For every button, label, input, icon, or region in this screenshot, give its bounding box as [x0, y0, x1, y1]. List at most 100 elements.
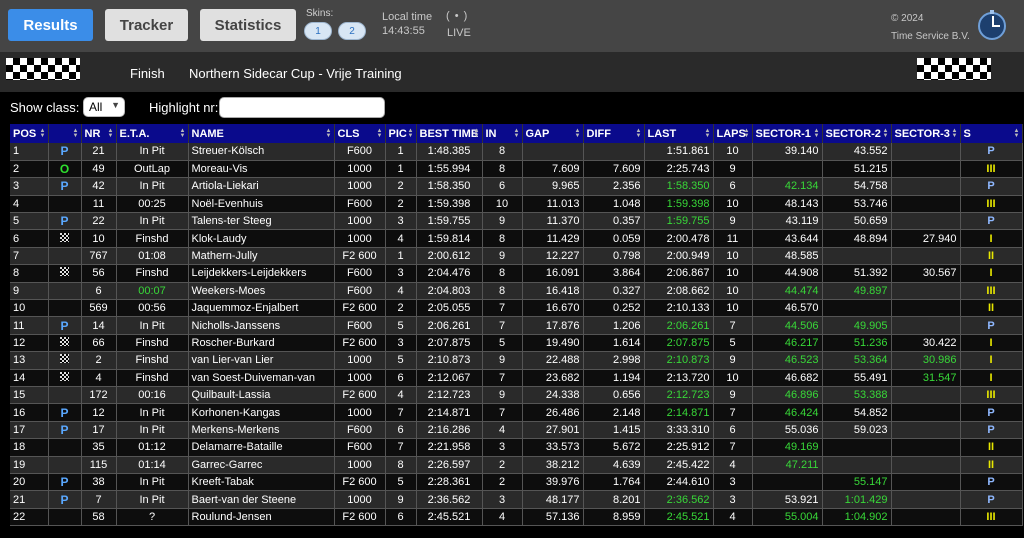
- highlight-nr-input[interactable]: [219, 97, 385, 118]
- table-row[interactable]: 3 P 42 In Pit Artiola-Liekari 1000 2 1:58.350 6 9…: [10, 177, 1023, 196]
- cell-gap: 48.177: [522, 490, 584, 509]
- cell-gap: [522, 143, 584, 161]
- table-row[interactable]: 19 115 01:14 Garrec-Garrec 1000 8 2:26.597 2 38.…: [10, 456, 1023, 474]
- cell-pos: 9: [10, 282, 49, 301]
- cell-state: [48, 334, 82, 353]
- tracker-tab[interactable]: Tracker: [105, 9, 188, 41]
- table-row[interactable]: 6 10 Finshd Klok-Laudy 1000 4 1:59.814 8 11.429 0…: [10, 229, 1023, 248]
- column-header-eta[interactable]: E.T.A. ▲ ▼: [116, 124, 189, 143]
- cell-best: 2:06.261: [416, 316, 483, 335]
- column-header-last[interactable]: LAST ▲ ▼: [644, 124, 714, 143]
- cell-s3: [891, 403, 961, 422]
- cell-s1: [752, 473, 823, 492]
- cell-best: 2:04.476: [416, 264, 483, 283]
- column-header-name[interactable]: NAME ▲ ▼: [188, 124, 335, 143]
- table-row[interactable]: 17 P 17 In Pit Merkens-Merkens F600 6 2:16.286 4…: [10, 421, 1023, 440]
- cell-gap: 19.490: [522, 334, 584, 353]
- cell-pic: 1: [385, 143, 417, 161]
- cell-best: 2:21.958: [416, 438, 483, 457]
- table-row[interactable]: 15 172 00:16 Quilbault-Lassia F2 600 4 2:12.72…: [10, 386, 1023, 405]
- column-header-pic[interactable]: PIC ▲ ▼: [385, 124, 417, 143]
- cell-gap: 23.682: [522, 369, 584, 387]
- table-row[interactable]: 22 58? Roulund-Jensen F2 600 6 2:45.521 4 57.13…: [10, 508, 1023, 527]
- cell-s3: [891, 473, 961, 492]
- cell-eta: 01:12: [116, 438, 189, 457]
- table-row[interactable]: 9 6 00:07 Weekers-Moes F600 4 2:04.803 8 16.418 0…: [10, 282, 1023, 301]
- column-header-sector-1[interactable]: SECTOR-1 ▲ ▼: [752, 124, 823, 143]
- table-row[interactable]: 1 P 21 In Pit Streuer-Kölsch F600 1 1:48.385 8 1:…: [10, 143, 1023, 161]
- column-header-cls[interactable]: CLS ▲ ▼: [334, 124, 386, 143]
- cell-last: 2:45.521: [644, 508, 714, 527]
- cell-diff: [583, 143, 645, 161]
- column-header-state[interactable]: ▲ ▼: [48, 124, 82, 143]
- column-header-gap[interactable]: GAP ▲ ▼: [522, 124, 584, 143]
- table-row[interactable]: 10 569 00:56 Jaquemmoz-Enjalbert F2 600 2 2:05…: [10, 299, 1023, 318]
- column-header-s[interactable]: S ▲ ▼: [960, 124, 1023, 143]
- cell-pos: 7: [10, 247, 49, 266]
- cell-name: Roulund-Jensen: [188, 508, 335, 527]
- cell-s1: 48.143: [752, 195, 823, 214]
- local-time-label: Local time: [382, 11, 433, 23]
- skin-2-button[interactable]: 2: [338, 22, 366, 40]
- cell-eta: ?: [116, 508, 189, 527]
- cell-name: Nicholls-Janssens: [188, 316, 335, 335]
- table-row[interactable]: 8 56 Finshd Leijdekkers-Leijdekkers F600 3 2:0…: [10, 264, 1023, 283]
- table-row[interactable]: 4 11 00:25 Noël-Evenhuis F600 2 1:59.398 10 11.0…: [10, 195, 1023, 214]
- table-row[interactable]: 12 66 Finshd Roscher-Burkard F2 600 3 2:07.875…: [10, 334, 1023, 353]
- cell-nr: 49: [81, 160, 117, 179]
- skin-1-button[interactable]: 1: [304, 22, 332, 40]
- cell-laps: 3: [713, 473, 753, 492]
- column-header-sector-2[interactable]: SECTOR-2 ▲ ▼: [822, 124, 892, 143]
- cell-pic: 5: [385, 473, 417, 492]
- column-header-pos[interactable]: POS ▲ ▼: [10, 124, 49, 143]
- class-select[interactable]: All ▼: [83, 97, 125, 117]
- cell-diff: 1.614: [583, 334, 645, 353]
- table-row[interactable]: 11 P 14 In Pit Nicholls-Janssens F600 5 2:06.26…: [10, 316, 1023, 335]
- cell-eta: In Pit: [116, 403, 189, 422]
- cell-eta: 01:14: [116, 456, 189, 474]
- cell-eta: Finshd: [116, 334, 189, 353]
- cell-cls: 1000: [334, 351, 386, 370]
- cell-pos: 17: [10, 421, 49, 440]
- cell-cls: 1000: [334, 490, 386, 509]
- cell-diff: 0.656: [583, 386, 645, 405]
- column-header-in[interactable]: IN ▲ ▼: [482, 124, 523, 143]
- cell-in: 4: [482, 508, 523, 527]
- table-row[interactable]: 14 4 Finshd van Soest-Duiveman-van 1000 6 2:12…: [10, 369, 1023, 387]
- results-tab[interactable]: Results: [8, 9, 93, 41]
- cell-pos: 4: [10, 195, 49, 214]
- cell-best: 2:26.597: [416, 456, 483, 474]
- column-header-label: SECTOR-3: [894, 127, 950, 140]
- column-header-laps[interactable]: LAPS ▲ ▼: [713, 124, 753, 143]
- cell-state: [48, 438, 82, 457]
- cell-s2: 51.236: [822, 334, 892, 353]
- cell-eta: 00:16: [116, 386, 189, 405]
- sort-icon: ▲ ▼: [513, 128, 520, 139]
- table-row[interactable]: 18 35 01:12 Delamarre-Bataille F600 7 2:21.958…: [10, 438, 1023, 457]
- cell-s3: [891, 421, 961, 440]
- table-row[interactable]: 13 2 Finshd van Lier-van Lier 1000 5 2:10.873 9…: [10, 351, 1023, 370]
- column-header-best-time[interactable]: BEST TIME ▲ ▼: [416, 124, 483, 143]
- cell-gap: 22.488: [522, 351, 584, 370]
- table-row[interactable]: 16 P 12 In Pit Korhonen-Kangas 1000 7 2:14.871 7…: [10, 403, 1023, 422]
- table-row[interactable]: 5 P 22 In Pit Talens-ter Steeg 1000 3 1:59.755 9…: [10, 212, 1023, 231]
- sort-icon: ▲ ▼: [72, 128, 79, 139]
- cell-cls: F2 600: [334, 508, 386, 527]
- cell-s3: [891, 143, 961, 161]
- cell-diff: 0.357: [583, 212, 645, 231]
- cell-s: I: [960, 334, 1023, 353]
- column-header-label: E.T.A.: [119, 127, 150, 140]
- sort-icon: ▲ ▼: [813, 128, 820, 139]
- column-header-nr[interactable]: NR ▲ ▼: [81, 124, 117, 143]
- statistics-tab[interactable]: Statistics: [200, 9, 296, 41]
- table-row[interactable]: 7 767 01:08 Mathern-Jully F2 600 1 2:00.612 9 12…: [10, 247, 1023, 266]
- table-row[interactable]: 20 P 38 In Pit Kreeft-Tabak F2 600 5 2:28.361 2 3…: [10, 473, 1023, 492]
- column-header-sector-3[interactable]: SECTOR-3 ▲ ▼: [891, 124, 961, 143]
- column-header-diff[interactable]: DIFF ▲ ▼: [583, 124, 645, 143]
- cell-best: 2:05.055: [416, 299, 483, 318]
- table-row[interactable]: 21 P 7 In Pit Baert-van der Steene 1000 9 2:36.…: [10, 490, 1023, 509]
- pit-icon: P: [60, 179, 69, 194]
- copyright: © 2024: [891, 13, 924, 24]
- table-row[interactable]: 2 O 49 OutLap Moreau-Vis 1000 1 1:55.994 8 7.609 7…: [10, 160, 1023, 179]
- status-badge: P: [987, 319, 995, 332]
